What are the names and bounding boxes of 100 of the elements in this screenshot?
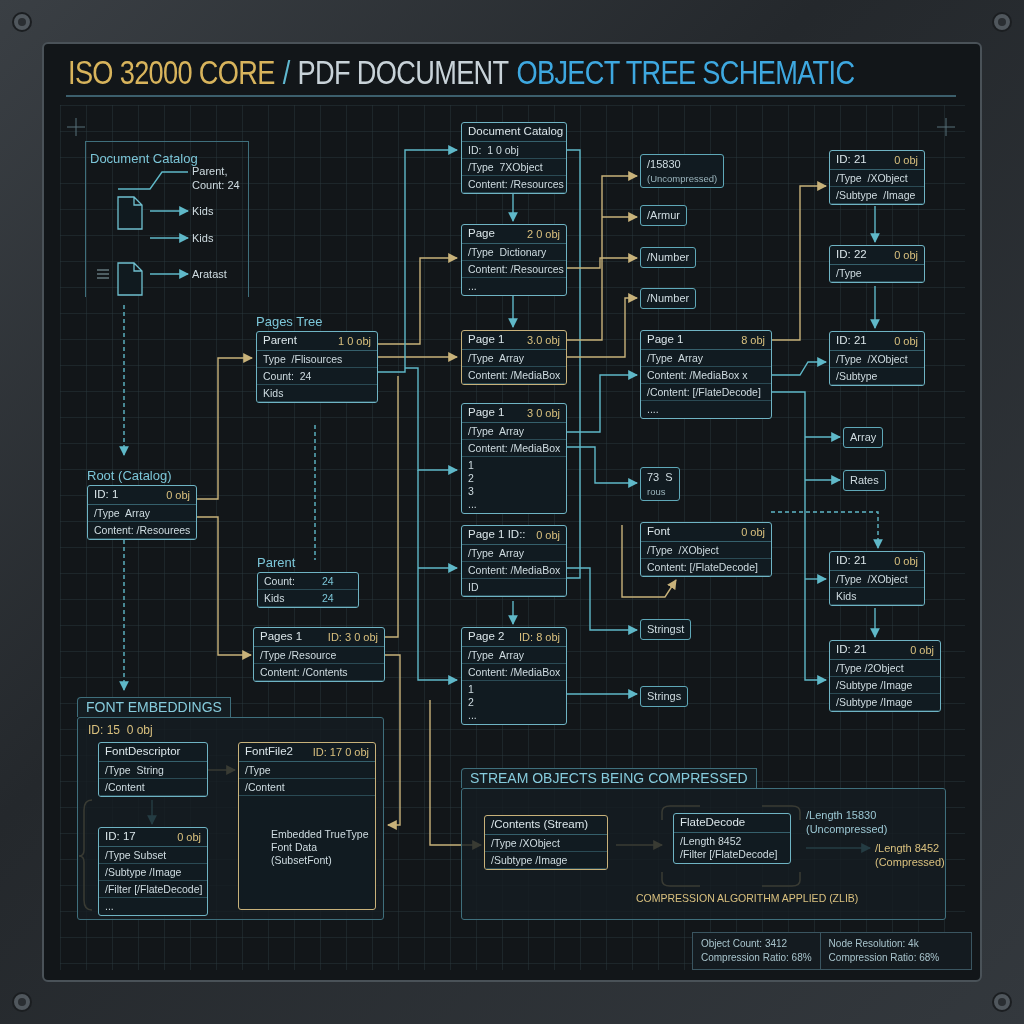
panel-title: Document Catalog [90, 151, 198, 166]
node-field: Type /Flisources [257, 351, 377, 368]
node-title: FontDescriptor [105, 744, 181, 760]
crosshair-icon [936, 117, 956, 137]
node-field: Kids [830, 588, 924, 605]
node-title: Pages 1 [260, 629, 303, 645]
connector-arrow [870, 285, 880, 329]
node-field: /Filter [/FlateDecode] [99, 881, 207, 898]
node-field: /Type Array [462, 545, 566, 562]
title-text: OBJECT TREE SCHEMATIC [516, 52, 855, 92]
object-ref: ID: 17 0 obj [312, 744, 369, 760]
node-field: Content: /MediaBox [462, 664, 566, 681]
node-field: /Type /Resource [254, 647, 384, 664]
tag-text: Array [850, 430, 877, 445]
node-line: ... [468, 498, 478, 511]
tag-text: /Armur [647, 208, 680, 223]
connector-arrow [870, 205, 880, 243]
node-title: Document Catalog [468, 124, 564, 140]
diagram-label: Parent, Count: 24 [192, 165, 241, 192]
node-title: Page 1 ID:: [468, 527, 526, 543]
node-line: 2 [468, 696, 475, 709]
length-text: /Length 8452 [875, 841, 941, 855]
node-line: 1 [468, 459, 475, 472]
node-field: /Subtype /Image [99, 864, 207, 881]
object-ref: 1 0 obj [337, 333, 371, 349]
node-title: Page 1 [647, 332, 684, 348]
connector-arrow [149, 206, 189, 216]
node-title: Page [468, 226, 495, 242]
diagram-label: Aratast [192, 267, 227, 281]
node-line: Embedded TrueType [271, 828, 370, 841]
node-line: 3 [468, 485, 475, 498]
node-field: /Type /XObject [485, 835, 607, 852]
object-ref: ID: 8 obj [519, 629, 560, 645]
node-title: ID: 21 [836, 553, 867, 569]
screw-icon [992, 12, 1012, 32]
stat-text: Compression Ratio: 68% [701, 951, 812, 965]
length-text: (Compressed) [875, 855, 945, 869]
node-field: /Type Dictionary [462, 244, 566, 261]
node-title: FlateDecode [680, 815, 746, 831]
title-text: ISO 32000 CORE [68, 52, 275, 92]
list-icon [97, 269, 109, 279]
node-field: Count: 24 [257, 368, 377, 385]
node-line: 2 [468, 472, 475, 485]
document-icon [117, 196, 143, 230]
connector-arrow [770, 357, 827, 376]
node-line: ... [105, 900, 115, 913]
node-title: Page 2 [468, 629, 505, 645]
node-title: FontFile2 [245, 744, 293, 760]
node-field: /Type Array [462, 350, 566, 367]
section-label: Parent [257, 554, 297, 572]
node-title: /Contents (Stream) [491, 817, 589, 833]
node-field: Content: /MediaBox [462, 367, 566, 384]
length-text: /Length 15830 [806, 808, 878, 822]
node-field: /Type 7XObject [462, 159, 566, 176]
title-text: PDF DOCUMENT [297, 52, 509, 92]
node-field: /Type /XObject [830, 351, 924, 368]
tag-text: Rates [850, 473, 879, 488]
node-field: /Type Array [641, 350, 771, 367]
node-field: /Type String [99, 762, 207, 779]
connector-arrow [508, 192, 518, 222]
node-field: /Content: [/FlateDecode] [641, 384, 771, 401]
tag-text: Stringst [647, 622, 685, 637]
node-title: Page 1 [468, 332, 505, 348]
tag-text: /15830 [647, 157, 681, 172]
section-label: Pages Tree [256, 313, 324, 331]
node-field: Content: [/FlateDecode] [641, 559, 771, 576]
connector-arrow [149, 233, 189, 243]
screw-icon [12, 12, 32, 32]
tag-text: rous [647, 485, 666, 498]
node-field: Content: /Contents [254, 664, 384, 681]
object-ref: 0 obj [177, 829, 201, 845]
length-text: (Uncompressed) [806, 822, 888, 836]
title-text: / [282, 52, 290, 92]
node-title: Font [647, 524, 670, 540]
node-field: /Content [99, 779, 207, 796]
node-title: Page 1 [468, 405, 505, 421]
stat-text: Object Count: 3412 [701, 937, 789, 951]
node-field: Content: /MediaBox [462, 562, 566, 579]
field-value: 24 [322, 574, 334, 589]
connector-arrow [508, 600, 518, 625]
tag-text: /Number [647, 291, 690, 306]
connector-line [117, 171, 189, 190]
node-field: /Subtype /Image [830, 677, 940, 694]
node-field: /Subtype [830, 368, 924, 385]
object-id: ID: 15 0 obj [88, 722, 153, 739]
node-line: .... [647, 403, 660, 416]
node-field: /Type Array [88, 505, 196, 522]
node-field: /Type /2Object [830, 660, 940, 677]
node-field: Content: /Resources [462, 261, 566, 278]
object-ref: 0 obj [894, 152, 918, 168]
object-ref: 0 obj [894, 553, 918, 569]
node-field: /Type [830, 265, 924, 282]
node-field: Content: /Resourees [88, 522, 196, 539]
node-field: /Type Array [462, 647, 566, 664]
node-line: /Filter [/FlateDecode] [680, 848, 779, 861]
diagram-label: Kids [192, 204, 214, 218]
tag-text: Strings [647, 689, 682, 704]
field-value: 24 [322, 591, 334, 606]
connector-arrow [149, 269, 189, 279]
screw-icon [12, 992, 32, 1012]
